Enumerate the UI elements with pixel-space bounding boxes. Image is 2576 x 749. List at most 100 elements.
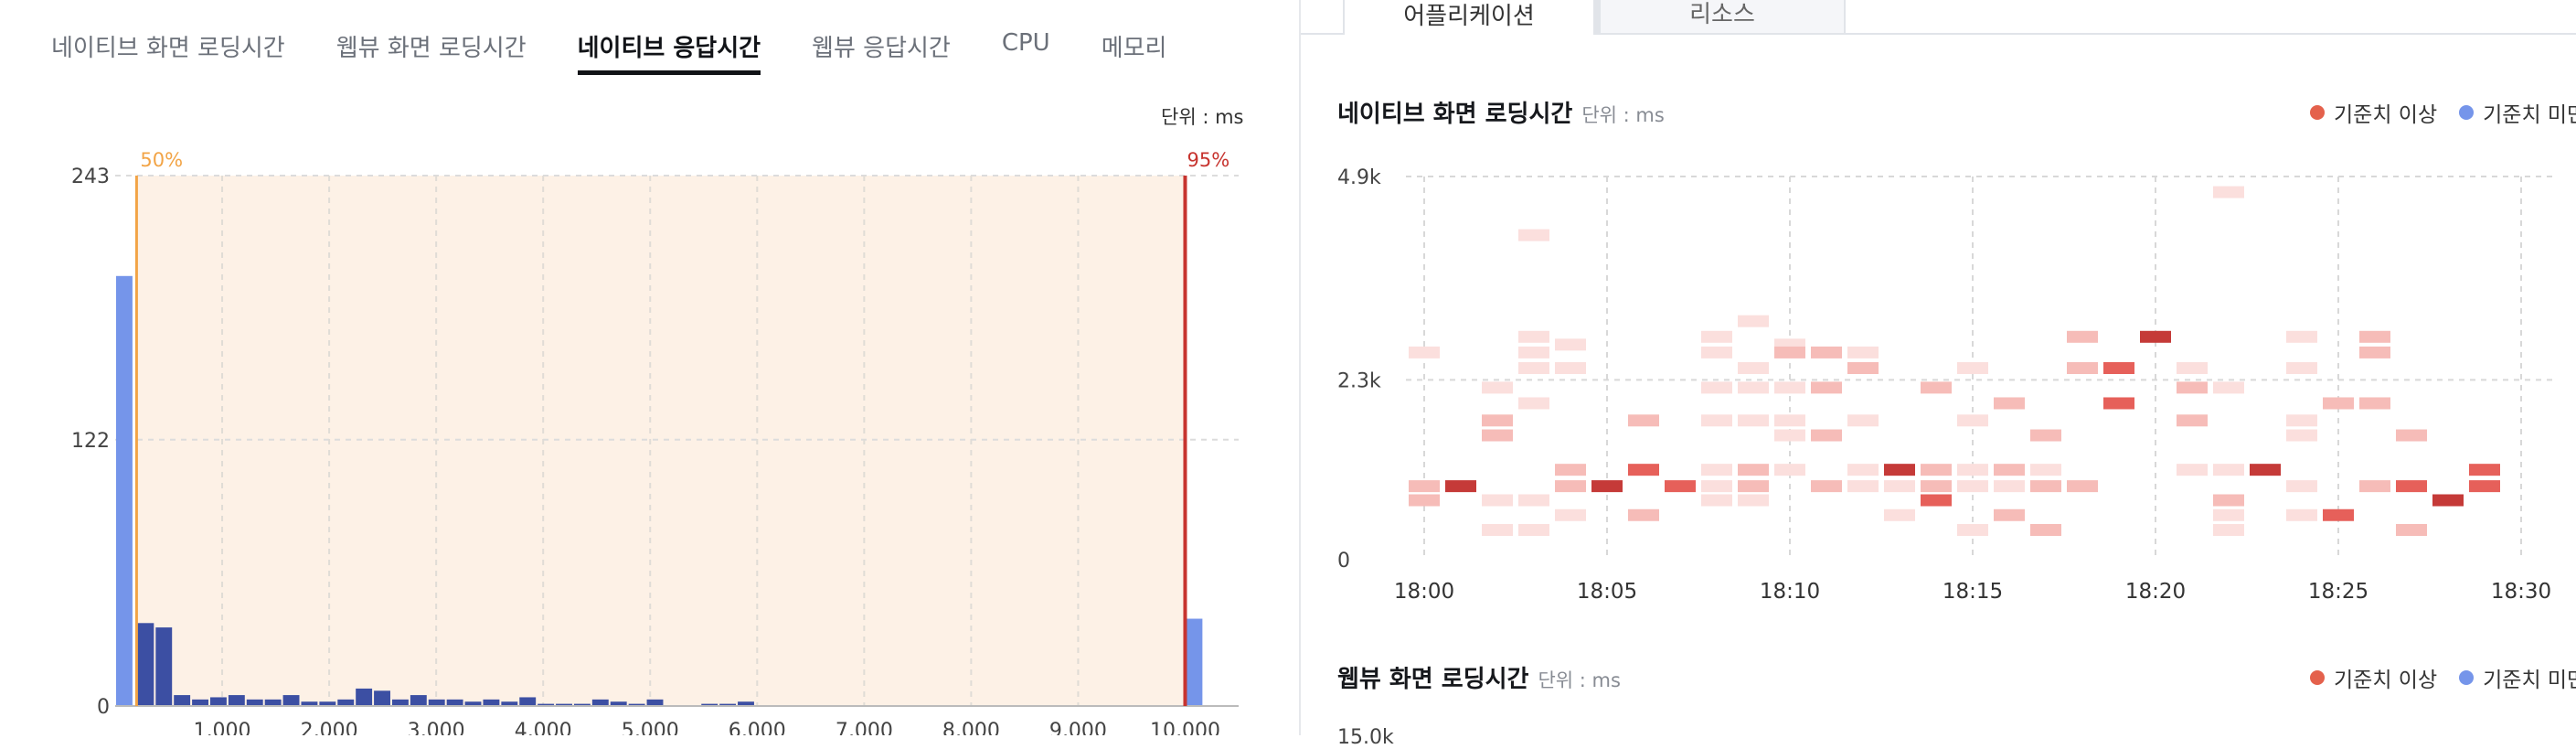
x-tick-label: 6,000 bbox=[729, 720, 786, 735]
heatmap-cell bbox=[2177, 414, 2208, 427]
histogram-bar bbox=[483, 699, 500, 706]
heatmap-cell bbox=[2359, 397, 2390, 410]
heatmap-cell bbox=[1482, 381, 1513, 394]
heatmap-cell bbox=[1994, 508, 2025, 521]
x-tick-label: 9,000 bbox=[1049, 720, 1107, 735]
heatmap-cell bbox=[1518, 362, 1549, 374]
heatmap-cell bbox=[1518, 494, 1549, 507]
heatmap-2-partial-tick: 15.0k bbox=[1337, 726, 1394, 749]
heatmap-2-legend: 기준치 이상 기준치 미만 bbox=[2310, 662, 2576, 693]
heatmap-cell bbox=[1591, 480, 1623, 493]
percentile-band bbox=[136, 176, 1186, 706]
histogram-bar bbox=[228, 695, 245, 706]
heatmap-cell bbox=[2469, 464, 2500, 476]
histogram-chart: 0 122 243 1,000 2,000 3,000 4,000 5,000 6,000 7,0… bbox=[71, 149, 1239, 735]
heatmap-cell bbox=[1921, 381, 1952, 394]
heatmap-cell bbox=[1738, 362, 1769, 374]
y-tick-label: 0 bbox=[97, 696, 110, 719]
heatmap-cell bbox=[2213, 524, 2244, 537]
legend-2-dot-above bbox=[2310, 670, 2325, 685]
heatmap-y-tick: 2.3k bbox=[1337, 369, 1381, 392]
heatmap-cell bbox=[2067, 362, 2098, 374]
heatmap-x-tick: 18:25 bbox=[2308, 580, 2368, 604]
heatmap-cell bbox=[1957, 362, 1988, 374]
heatmap-cell bbox=[1847, 346, 1879, 358]
histogram-bar bbox=[174, 695, 191, 706]
x-tick-label: 10,000 bbox=[1150, 720, 1220, 735]
heatmap-cell bbox=[1738, 381, 1769, 394]
heatmap-cell bbox=[1409, 346, 1440, 358]
heatmap-x-tick: 18:15 bbox=[1943, 580, 2003, 604]
heatmap-cell bbox=[2469, 480, 2500, 493]
heatmap-cell bbox=[1482, 414, 1513, 427]
heatmap-y-tick: 4.9k bbox=[1337, 166, 1381, 189]
x-tick-label: 1,000 bbox=[194, 720, 251, 735]
heatmap-cell bbox=[1409, 494, 1440, 507]
heatmap-cell bbox=[1994, 464, 2025, 476]
heatmap-2-title-text: 웹뷰 화면 로딩시간 bbox=[1337, 666, 1529, 693]
legend-2-item-above[interactable]: 기준치 이상 bbox=[2310, 662, 2437, 693]
heatmap-cell bbox=[1628, 414, 1659, 427]
heatmap-cell bbox=[1957, 464, 1988, 476]
heatmap-cell bbox=[2140, 330, 2171, 343]
heatmap-cell bbox=[2396, 480, 2427, 493]
x-tick-label: 7,000 bbox=[836, 720, 893, 735]
heatmap-cell bbox=[1482, 429, 1513, 442]
heatmap-cell bbox=[1994, 397, 2025, 410]
heatmap-cell bbox=[1482, 524, 1513, 537]
heatmap-cell bbox=[1774, 346, 1805, 358]
histogram-bar bbox=[446, 699, 463, 706]
heatmap-cell bbox=[1957, 480, 1988, 493]
heatmap-cell bbox=[2286, 414, 2317, 427]
heatmap-cell bbox=[1774, 381, 1805, 394]
p95-label: 95% bbox=[1187, 149, 1229, 171]
heatmap-cell bbox=[1555, 362, 1586, 374]
heatmap-cell bbox=[1811, 346, 1842, 358]
heatmap-cell bbox=[2359, 480, 2390, 493]
x-tick-label: 8,000 bbox=[942, 720, 1000, 735]
heatmap-cell bbox=[2213, 508, 2244, 521]
heatmap-cell bbox=[1518, 346, 1549, 358]
histogram-bar bbox=[519, 697, 537, 706]
histogram-bar bbox=[282, 695, 300, 706]
heatmap-cell bbox=[2432, 494, 2464, 507]
heatmap-2-unit: 단위 : ms bbox=[1538, 669, 1621, 691]
legend-2-item-below[interactable]: 기준치 미만 bbox=[2459, 662, 2576, 693]
heatmap-x-tick: 18:00 bbox=[1394, 580, 1454, 604]
heatmap-cell bbox=[1847, 464, 1879, 476]
heatmap-cell bbox=[1957, 414, 1988, 427]
x-tick-label: 2,000 bbox=[301, 720, 358, 735]
histogram-bar bbox=[591, 699, 609, 706]
heatmap-cell bbox=[1518, 524, 1549, 537]
heatmap-cell bbox=[1701, 381, 1732, 394]
histogram-bar bbox=[374, 690, 390, 706]
legend-2-dot-below bbox=[2459, 670, 2475, 685]
heatmap-cell bbox=[1921, 480, 1952, 493]
x-tick-label: 5,000 bbox=[622, 720, 679, 735]
heatmap-cell bbox=[1921, 494, 1952, 507]
heatmap-cell bbox=[1409, 480, 1440, 493]
histogram-bar bbox=[391, 699, 409, 706]
heatmap-cell bbox=[2323, 397, 2354, 410]
heatmap-cell bbox=[1847, 414, 1879, 427]
heatmap-cell bbox=[1555, 508, 1586, 521]
heatmap-cell bbox=[2323, 508, 2354, 521]
right-panel: 어플리케이션 리소스 네이티브 화면 로딩시간 단위 : ms 기준치 이상 기준… bbox=[1301, 0, 2576, 749]
histogram-bar bbox=[646, 699, 664, 706]
heatmap-cell bbox=[1811, 480, 1842, 493]
heatmap-cell bbox=[1738, 414, 1769, 427]
histogram-bar bbox=[1186, 618, 1203, 706]
heatmap-cell bbox=[1738, 464, 1769, 476]
histogram-bar bbox=[210, 697, 227, 706]
heatmap-cell bbox=[1738, 315, 1769, 327]
heatmap-cell bbox=[2177, 362, 2208, 374]
heatmap-cell bbox=[2067, 330, 2098, 343]
heatmap-cell bbox=[1701, 464, 1732, 476]
heatmap-cell bbox=[1884, 480, 1915, 493]
heatmap-cell bbox=[1701, 414, 1732, 427]
left-panel: 네이티브 화면 로딩시간 웹뷰 화면 로딩시간 네이티브 응답시간 웹뷰 응답시간 CP… bbox=[0, 0, 1280, 735]
heatmap-cell bbox=[1555, 464, 1586, 476]
p50-label: 50% bbox=[140, 149, 183, 171]
legend-2-label-above: 기준치 이상 bbox=[2334, 669, 2438, 692]
heatmap-cell bbox=[2030, 524, 2061, 537]
